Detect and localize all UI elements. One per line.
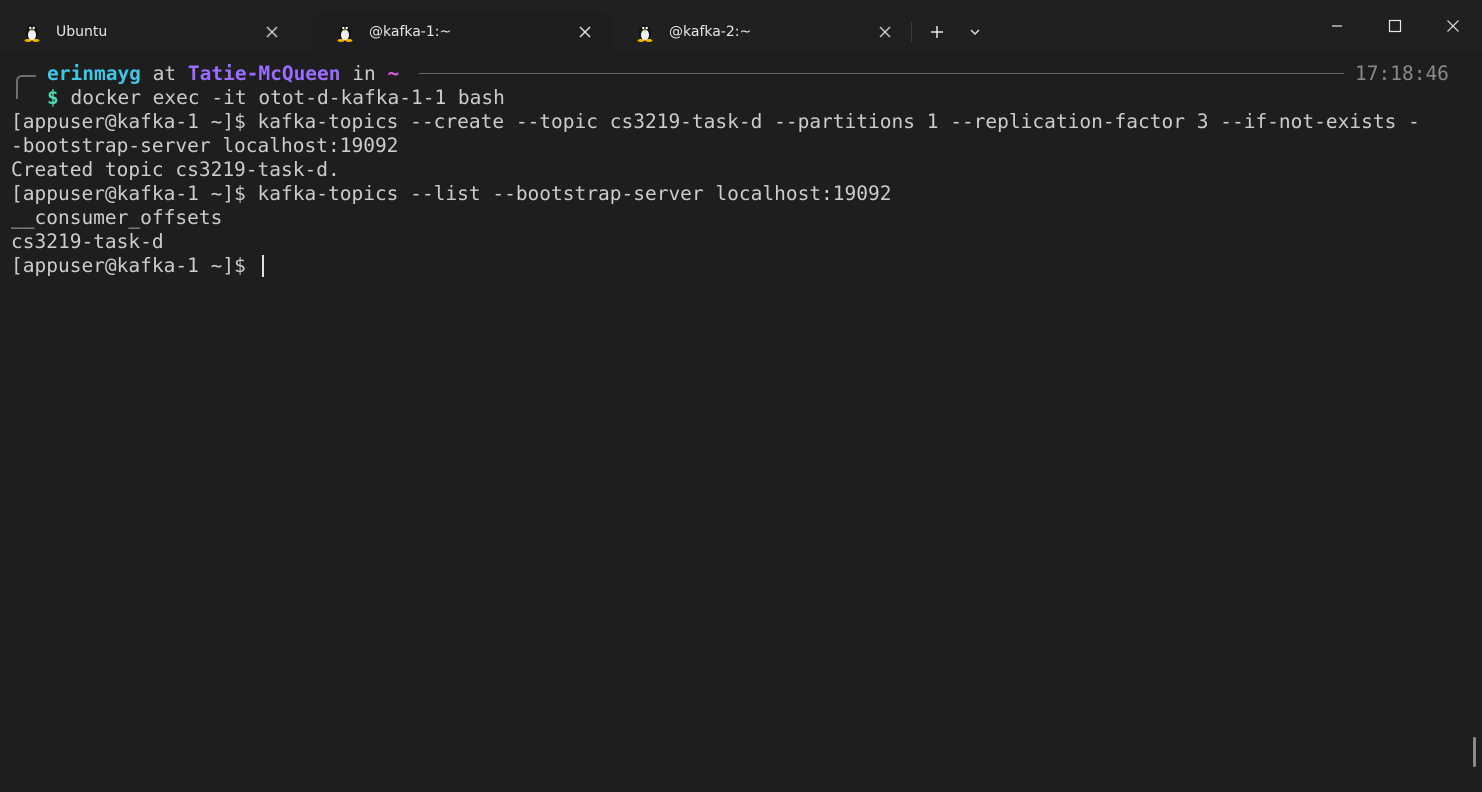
- maximize-button[interactable]: [1366, 0, 1424, 52]
- output-line: Created topic cs3219-task-d.: [11, 158, 340, 181]
- chevron-down-icon: [970, 29, 980, 35]
- prompt-command: docker exec -it otot-d-kafka-1-1 bash: [70, 86, 505, 109]
- output-line: -bootstrap-server localhost:19092: [11, 134, 399, 157]
- tab-title: @kafka-1:~: [369, 24, 452, 40]
- maximize-icon: [1388, 19, 1402, 33]
- output-line: cs3219-task-d: [11, 230, 164, 253]
- tab-separator: [911, 22, 912, 42]
- close-icon[interactable]: [577, 24, 593, 40]
- prompt-user: erinmayg: [47, 62, 141, 85]
- close-icon[interactable]: [877, 24, 893, 40]
- prompt-host: Tatie-McQueen: [187, 62, 341, 85]
- prompt-in: in: [352, 62, 376, 85]
- tab-kafka-2[interactable]: @kafka-2:~: [613, 12, 913, 52]
- prompt-at: at: [152, 62, 177, 85]
- tab-kafka-1[interactable]: @kafka-1:~: [313, 12, 613, 52]
- close-icon[interactable]: [264, 24, 280, 40]
- text-cursor: [262, 255, 264, 277]
- window-close-button[interactable]: [1424, 0, 1482, 52]
- prompt-dollar: $: [47, 86, 59, 109]
- minimize-button[interactable]: [1308, 0, 1366, 52]
- output-line: __consumer_offsets: [11, 206, 223, 229]
- tux-icon: [637, 25, 653, 42]
- prompt-header: erinmayg at Tatie-McQueen in ~: [47, 62, 399, 86]
- close-icon: [1447, 20, 1459, 32]
- tab-title: Ubuntu: [56, 24, 108, 40]
- scrollbar-thumb[interactable]: [1473, 737, 1476, 767]
- terminal-output[interactable]: erinmayg at Tatie-McQueen in ~ 17:18:46 …: [0, 52, 1482, 792]
- output-line: [appuser@kafka-1 ~]$ kafka-topics --crea…: [11, 110, 1420, 133]
- prompt-time: 17:18:46: [1355, 62, 1449, 85]
- prompt-dir: ~: [387, 62, 400, 85]
- tux-icon: [337, 25, 353, 42]
- output-line: [appuser@kafka-1 ~]$ kafka-topics --list…: [11, 182, 892, 205]
- plus-icon: [931, 26, 943, 38]
- prompt-command-line: $ docker exec -it otot-d-kafka-1-1 bash: [47, 86, 505, 110]
- prompt-rule: [419, 73, 1344, 74]
- tab-bar: Ubuntu @kafka-1:~ @kafka-2:~: [0, 0, 1482, 52]
- prompt-bracket: [16, 75, 36, 99]
- tab-title: @kafka-2:~: [669, 24, 752, 40]
- output-line: [appuser@kafka-1 ~]$: [11, 254, 258, 277]
- minimize-icon: [1332, 25, 1342, 27]
- tab-ubuntu[interactable]: Ubuntu: [0, 12, 300, 52]
- terminal-window: Ubuntu @kafka-1:~ @kafka-2:~ erinmayg at…: [0, 0, 1482, 792]
- tux-icon: [24, 25, 40, 42]
- tab-dropdown-button[interactable]: [962, 17, 988, 47]
- new-tab-button[interactable]: [924, 17, 950, 47]
